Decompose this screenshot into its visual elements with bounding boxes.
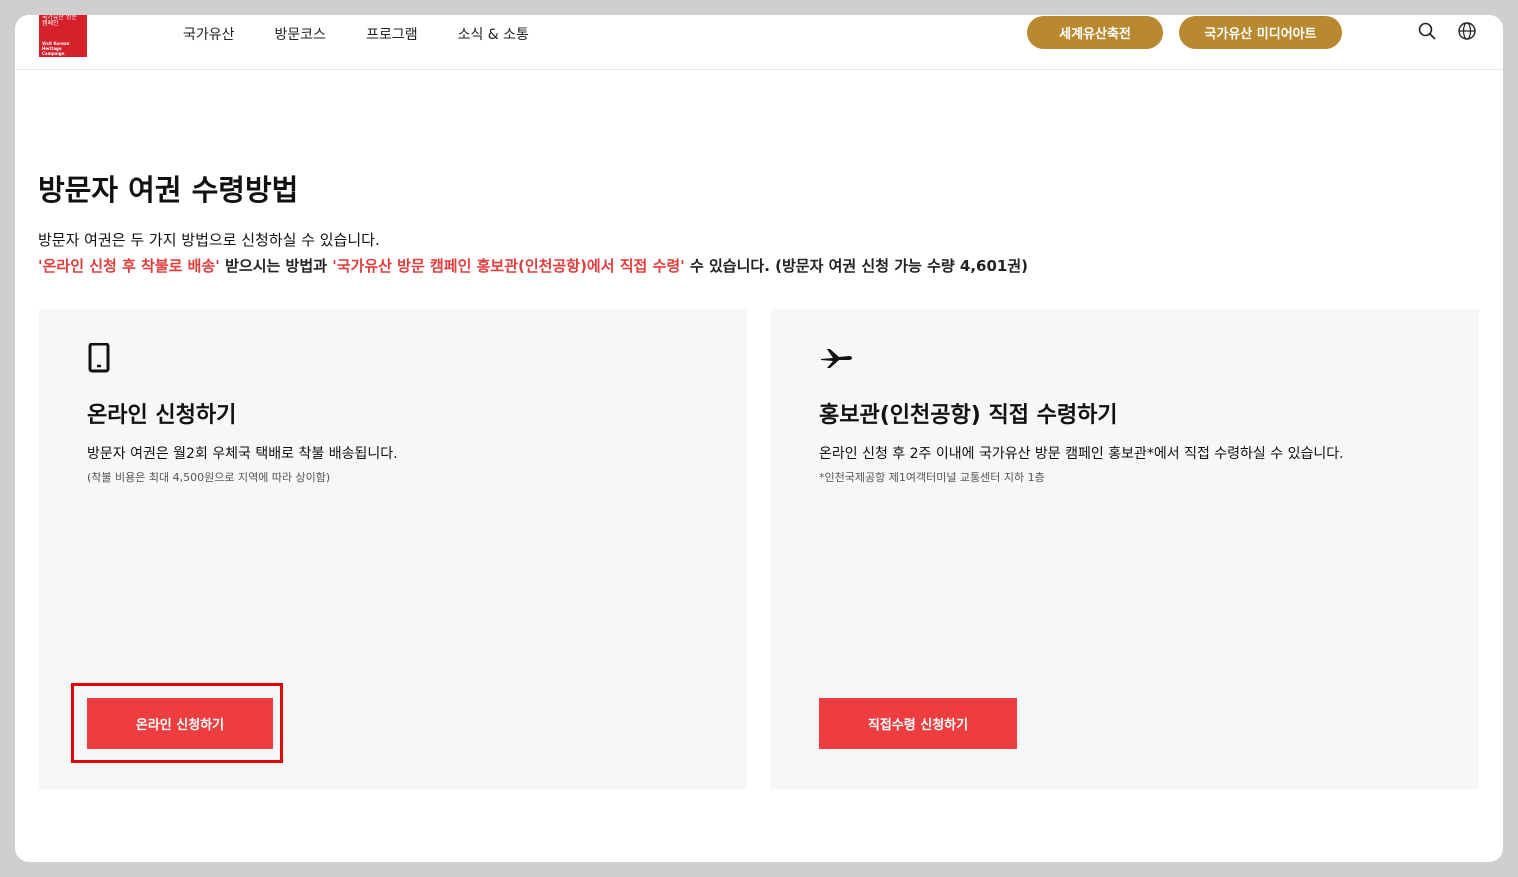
online-apply-button[interactable]: 온라인 신청하기 [87, 698, 273, 749]
intro-methods-text: '온라인 신청 후 착불로 배송' 받으시는 방법과 '국가유산 방문 캠페인 … [38, 255, 1028, 276]
main-nav: 국가유산 방문코스 프로그램 소식 & 소통 [183, 24, 569, 44]
highlight-direct-pickup: '국가유산 방문 캠페인 홍보관(인천공항)에서 직접 수령' [332, 257, 685, 275]
online-application-card: 온라인 신청하기 방문자 여권은 월2회 우체국 택배로 착불 배송됩니다. (… [39, 309, 747, 789]
direct-pickup-apply-button[interactable]: 직접수령 신청하기 [819, 698, 1017, 749]
intro-connector-text: 받으시는 방법과 [219, 257, 333, 275]
logo-english-text: Visit Korean Heritage Campaign [42, 41, 70, 56]
card-note: *인천국제공항 제1여객터미널 교통센터 지하 1층 [819, 471, 1045, 484]
intro-text: 방문자 여권은 두 가지 방법으로 신청하실 수 있습니다. [38, 231, 380, 249]
world-heritage-festival-button[interactable]: 세계유산축전 [1027, 16, 1163, 49]
card-description: 온라인 신청 후 2주 이내에 국가유산 방문 캠페인 홍보관*에서 직접 수령… [819, 446, 1344, 462]
highlight-online-delivery: '온라인 신청 후 착불로 배송' [38, 257, 220, 275]
logo-korean-text: 국가유산 방문 캠페인 [42, 15, 78, 27]
card-description: 방문자 여권은 월2회 우체국 택배로 착불 배송됩니다. [87, 446, 398, 462]
smartphone-icon [88, 343, 110, 373]
search-icon[interactable] [1417, 21, 1437, 41]
card-note: (착불 비용은 최대 4,500원으로 지역에 따라 상이함) [87, 471, 331, 484]
browser-window: 국가유산 방문 캠페인 Visit Korean Heritage Campai… [15, 15, 1503, 862]
card-title: 온라인 신청하기 [87, 403, 237, 428]
airplane-icon [821, 349, 852, 368]
airport-pickup-card: 홍보관(인천공항) 직접 수령하기 온라인 신청 후 2주 이내에 국가유산 방… [771, 309, 1479, 789]
nav-item-programs[interactable]: 프로그램 [366, 24, 418, 44]
nav-item-heritage[interactable]: 국가유산 [183, 24, 235, 44]
page-title: 방문자 여권 수령방법 [38, 173, 299, 207]
heritage-media-art-button[interactable]: 국가유산 미디어아트 [1179, 16, 1342, 49]
card-title: 홍보관(인천공항) 직접 수령하기 [819, 403, 1118, 428]
nav-item-courses[interactable]: 방문코스 [275, 24, 327, 44]
intro-quantity-text: 수 있습니다. (방문자 여권 신청 가능 수량 4,601권) [684, 257, 1029, 275]
nav-item-news[interactable]: 소식 & 소통 [458, 24, 529, 44]
globe-icon[interactable] [1457, 21, 1477, 41]
site-logo[interactable]: 국가유산 방문 캠페인 Visit Korean Heritage Campai… [39, 15, 87, 57]
top-navigation-bar: 국가유산 방문 캠페인 Visit Korean Heritage Campai… [15, 15, 1503, 70]
